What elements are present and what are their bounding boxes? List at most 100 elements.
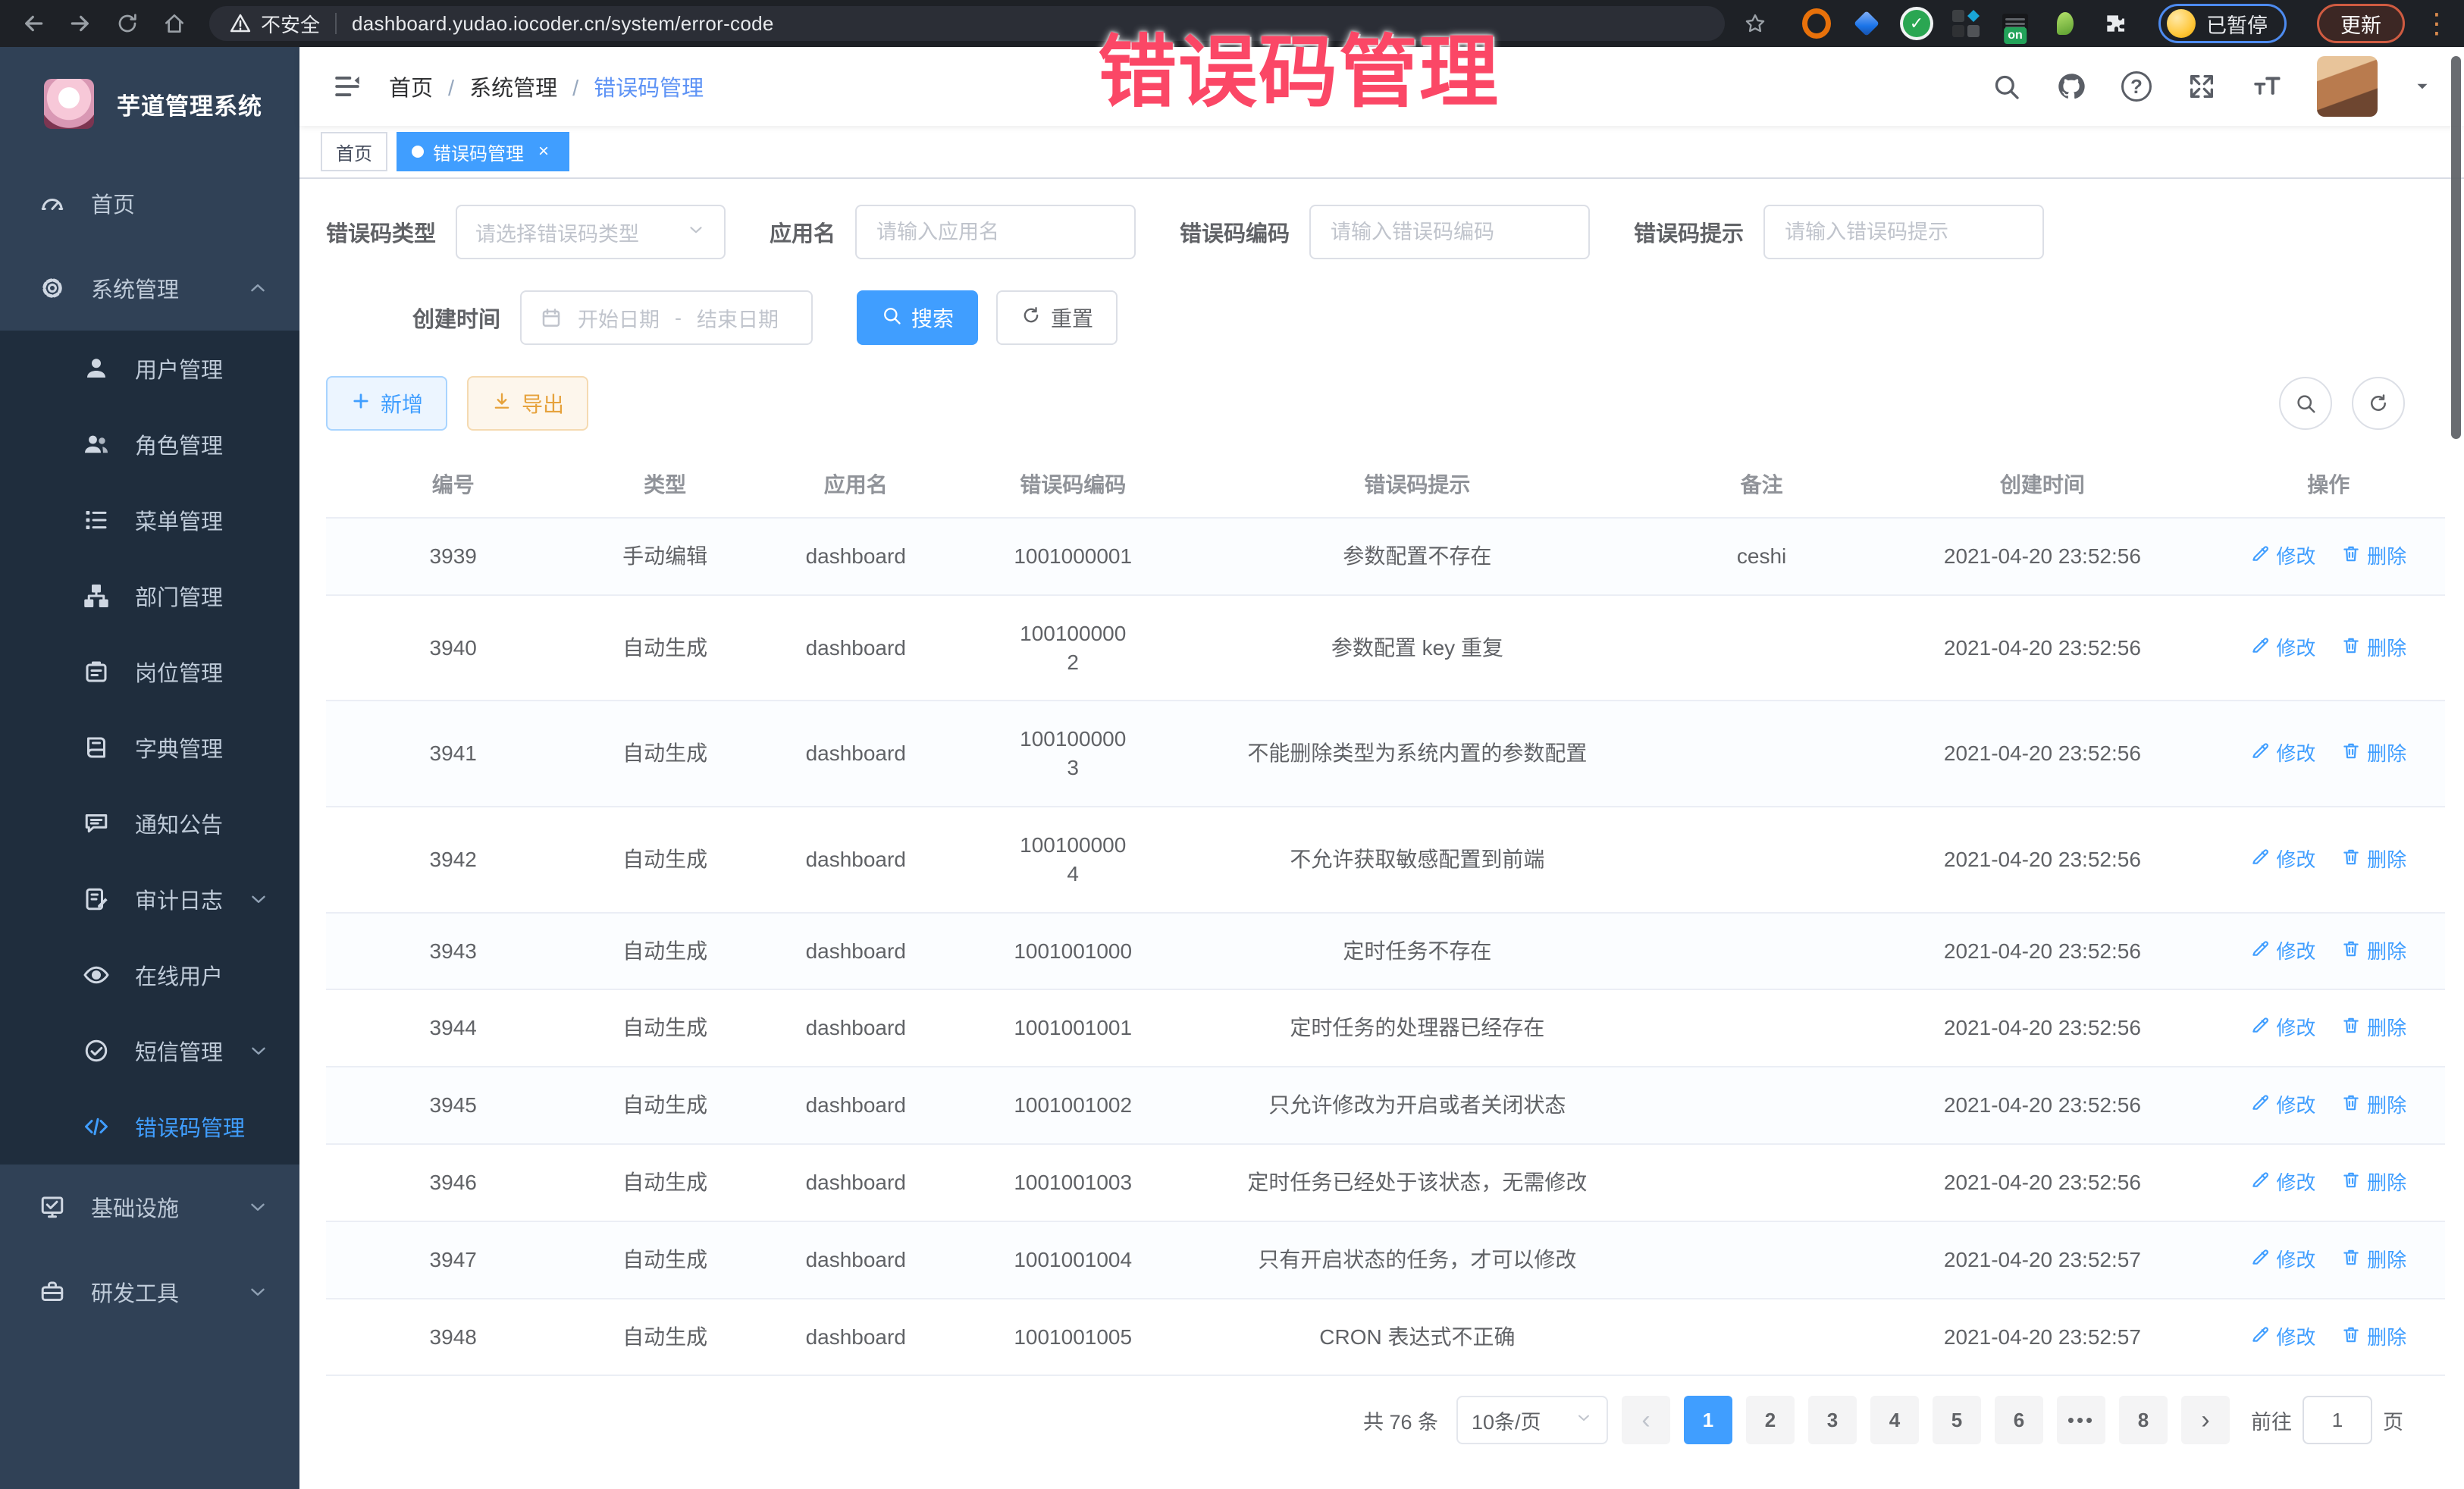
error-hint-input[interactable] xyxy=(1783,220,2024,245)
edit-icon xyxy=(2250,1247,2270,1274)
app-name-input[interactable] xyxy=(875,220,1116,245)
app-logo[interactable]: 芋道管理系统 xyxy=(0,47,299,161)
extension-icon-squares[interactable] xyxy=(1952,10,1980,37)
delete-button[interactable]: 删除 xyxy=(2341,635,2406,662)
forward-icon[interactable] xyxy=(61,7,100,40)
sidebar-item-system[interactable]: 系统管理 xyxy=(0,246,299,331)
extension-icon-green-check[interactable] xyxy=(1902,9,1931,38)
goto-page-input[interactable] xyxy=(2303,1396,2372,1444)
sidebar-item-post[interactable]: 岗位管理 xyxy=(0,634,299,710)
cell-remark xyxy=(1651,595,1873,701)
edit-button[interactable]: 修改 xyxy=(2250,1247,2315,1274)
cell-type: 自动生成 xyxy=(580,1299,750,1376)
page-button[interactable]: 6 xyxy=(1995,1396,2043,1444)
sidebar-item-dev-tools[interactable]: 研发工具 xyxy=(0,1249,299,1334)
search-button[interactable]: 搜索 xyxy=(857,290,978,345)
edit-button[interactable]: 修改 xyxy=(2250,1092,2315,1119)
view-tabs: 首页 × 错误码管理 × xyxy=(299,126,2464,179)
home-icon[interactable] xyxy=(155,7,194,40)
edit-button[interactable]: 修改 xyxy=(2250,1015,2315,1042)
sidebar-item-dept[interactable]: 部门管理 xyxy=(0,558,299,634)
next-page-button[interactable]: › xyxy=(2181,1396,2230,1444)
browser-menu-icon[interactable]: ⋮ xyxy=(2423,8,2450,39)
security-warning-icon[interactable] xyxy=(229,12,252,35)
address-bar[interactable]: 不安全 dashboard.yudao.iocoder.cn/system/er… xyxy=(209,6,1725,41)
edit-button[interactable]: 修改 xyxy=(2250,1324,2315,1351)
toggle-search-button[interactable] xyxy=(2279,377,2332,430)
delete-button[interactable]: 删除 xyxy=(2341,1015,2406,1042)
delete-button[interactable]: 删除 xyxy=(2341,939,2406,965)
reload-icon[interactable] xyxy=(108,7,147,40)
page-button[interactable]: 8 xyxy=(2119,1396,2168,1444)
error-code-input[interactable] xyxy=(1329,220,1570,245)
page-size-select[interactable]: 10条/页 xyxy=(1456,1396,1608,1444)
edit-button[interactable]: 修改 xyxy=(2250,939,2315,965)
sidebar-item-home[interactable]: 首页 xyxy=(0,161,299,246)
add-button[interactable]: 新增 xyxy=(326,376,447,431)
search-icon[interactable] xyxy=(1991,71,2021,102)
avatar-caret-icon[interactable] xyxy=(2412,77,2432,96)
view-tab[interactable]: 错误码管理 × xyxy=(397,132,569,171)
sidebar-item-notice[interactable]: 通知公告 xyxy=(0,785,299,861)
view-tab[interactable]: 首页 × xyxy=(321,132,387,171)
extension-icon-list[interactable]: on xyxy=(2001,9,2030,38)
delete-button[interactable]: 删除 xyxy=(2341,1092,2406,1119)
page-button[interactable]: ••• xyxy=(2057,1396,2105,1444)
delete-button[interactable]: 删除 xyxy=(2341,544,2406,570)
page-button[interactable]: 1 xyxy=(1684,1396,1732,1444)
font-size-icon[interactable] xyxy=(2252,71,2282,102)
active-tab-dot xyxy=(412,146,424,158)
help-icon[interactable] xyxy=(2121,71,2152,102)
sidebar-item-audit-log[interactable]: 审计日志 xyxy=(0,861,299,937)
browser-update-button[interactable]: 更新 xyxy=(2317,4,2405,43)
bookmark-star-icon[interactable] xyxy=(1735,7,1775,40)
delete-button[interactable]: 删除 xyxy=(2341,1247,2406,1274)
fullscreen-icon[interactable] xyxy=(2187,71,2217,102)
page-button[interactable]: 3 xyxy=(1808,1396,1857,1444)
sidebar-item-menu[interactable]: 菜单管理 xyxy=(0,482,299,558)
extensions-puzzle-icon[interactable] xyxy=(2101,9,2130,38)
prev-page-button[interactable]: ‹ xyxy=(1622,1396,1670,1444)
page-button[interactable]: 4 xyxy=(1870,1396,1919,1444)
extension-icon-leaf[interactable] xyxy=(2051,9,2080,38)
cell-created: 2021-04-20 23:52:56 xyxy=(1873,595,2212,701)
sidebar-item-online-user[interactable]: 在线用户 xyxy=(0,937,299,1013)
browser-profile-chip[interactable]: 已暂停 xyxy=(2158,4,2287,43)
sidebar-item-infra[interactable]: 基础设施 xyxy=(0,1165,299,1249)
sidebar-item-error-code[interactable]: 错误码管理 xyxy=(0,1089,299,1165)
extension-icon-blue-gem[interactable] xyxy=(1852,9,1881,38)
breadcrumb-item[interactable]: 首页 xyxy=(389,71,469,102)
user-avatar[interactable] xyxy=(2317,56,2378,117)
edit-button[interactable]: 修改 xyxy=(2250,544,2315,570)
sidebar-item-sms[interactable]: 短信管理 xyxy=(0,1013,299,1089)
close-tab-icon[interactable]: × xyxy=(533,141,554,162)
breadcrumb-item[interactable]: 错误码管理 xyxy=(594,71,704,102)
screen: 不安全 dashboard.yudao.iocoder.cn/system/er… xyxy=(0,0,2464,1489)
export-button[interactable]: 导出 xyxy=(467,376,588,431)
delete-button[interactable]: 删除 xyxy=(2341,1324,2406,1351)
page-scrollbar-thumb[interactable] xyxy=(2451,56,2461,439)
delete-button[interactable]: 删除 xyxy=(2341,847,2406,873)
edit-button[interactable]: 修改 xyxy=(2250,847,2315,873)
edit-button[interactable]: 修改 xyxy=(2250,741,2315,767)
page-button[interactable]: 2 xyxy=(1746,1396,1795,1444)
sidebar-item-role[interactable]: 角色管理 xyxy=(0,406,299,482)
page-button[interactable]: 5 xyxy=(1933,1396,1981,1444)
edit-button[interactable]: 修改 xyxy=(2250,1170,2315,1196)
github-icon[interactable] xyxy=(2056,71,2086,102)
sidebar-item-user[interactable]: 用户管理 xyxy=(0,331,299,406)
breadcrumb-item[interactable]: 系统管理 xyxy=(469,71,594,102)
cell-code: 100100000 3 xyxy=(961,701,1183,807)
refresh-table-button[interactable] xyxy=(2352,377,2405,430)
back-icon[interactable] xyxy=(14,7,53,40)
extension-icon-orange-ring[interactable] xyxy=(1802,9,1831,38)
cell-actions: 修改 删除 xyxy=(2212,701,2446,807)
sidebar-item-dict[interactable]: 字典管理 xyxy=(0,710,299,785)
edit-button[interactable]: 修改 xyxy=(2250,635,2315,662)
reset-button[interactable]: 重置 xyxy=(996,290,1118,345)
date-range-picker[interactable]: 开始日期 - 结束日期 xyxy=(520,290,813,345)
delete-button[interactable]: 删除 xyxy=(2341,1170,2406,1196)
error-type-select[interactable]: 请选择错误码类型 xyxy=(456,205,726,259)
sidebar-toggle-icon[interactable] xyxy=(331,71,363,102)
delete-button[interactable]: 删除 xyxy=(2341,741,2406,767)
